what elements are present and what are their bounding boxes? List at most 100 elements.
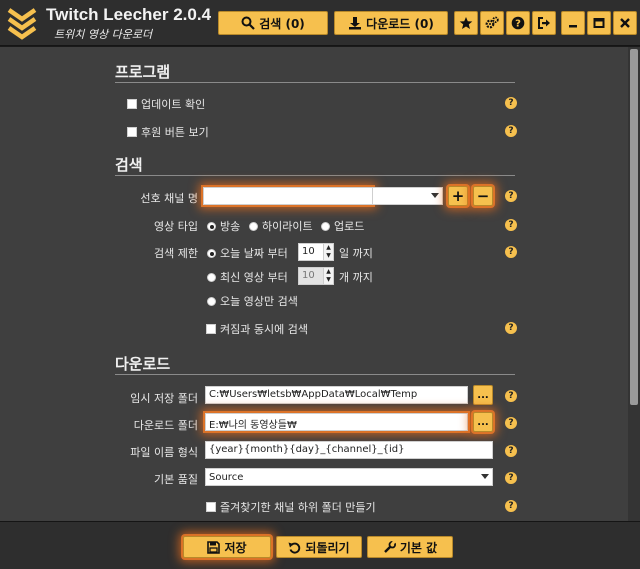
limit-today-only-label: 오늘 영상만 검색 <box>220 295 298 308</box>
preferred-channel-label: 선호 채널 명 <box>140 192 198 205</box>
app-title: Twitch Leecher 2.0.4 <box>46 5 212 24</box>
reset-defaults-label: 기본 값 <box>399 540 438 555</box>
limit-count-prefix: 최신 영상 부터 <box>220 271 288 284</box>
scrollbar-thumb[interactable] <box>630 49 638 405</box>
revert-label: 되돌리기 <box>305 540 350 555</box>
help-icon[interactable]: ? <box>505 322 517 334</box>
limit-count-suffix: 개 까지 <box>339 271 373 284</box>
update-check-checkbox[interactable]: 업데이트 확인 <box>127 96 205 112</box>
preferred-channel-input[interactable] <box>203 187 373 205</box>
video-type-broadcast-radio[interactable]: 방송 <box>207 218 240 234</box>
temp-folder-input[interactable]: C:₩Users₩letsb₩AppData₩Local₩Temp <box>205 386 468 404</box>
wrench-icon <box>383 540 396 553</box>
close-button[interactable] <box>613 11 637 35</box>
limit-today-only-radio[interactable]: 오늘 영상만 검색 <box>207 293 298 309</box>
limit-by-count-radio[interactable]: 최신 영상 부터 <box>207 269 288 285</box>
favorites-button[interactable] <box>454 11 478 35</box>
settings-button[interactable] <box>480 11 504 35</box>
help-icon[interactable]: ? <box>505 125 517 137</box>
revert-button[interactable]: 되돌리기 <box>276 536 362 558</box>
download-icon <box>349 17 362 30</box>
sign-out-icon <box>538 17 550 29</box>
checkbox-box <box>206 324 216 334</box>
checkbox-box <box>206 502 216 512</box>
undo-icon <box>288 542 301 553</box>
favorite-subfolder-checkbox[interactable]: 즐겨찾기한 채널 하위 폴더 만들기 <box>206 499 376 515</box>
temp-folder-label: 임시 저장 폴더 <box>130 392 198 405</box>
help-button[interactable]: ? <box>506 11 530 35</box>
limit-days-suffix: 일 까지 <box>339 247 373 260</box>
app-subtitle: 트위치 영상 다운로더 <box>54 28 153 41</box>
footer-bar: 저장 되돌리기 기본 값 <box>0 521 640 569</box>
download-queue-button[interactable]: 다운로드 (0) <box>334 11 448 35</box>
logout-button[interactable] <box>532 11 556 35</box>
question-circle-icon: ? <box>511 16 525 30</box>
download-folder-input[interactable]: E:₩나의 동영상들₩ <box>205 413 468 431</box>
stepper-arrows[interactable]: ▲ ▼ <box>323 244 333 260</box>
caret-up-icon[interactable]: ▲ <box>324 268 333 276</box>
chevron-down-icon <box>481 474 489 479</box>
video-type-upload-radio[interactable]: 업로드 <box>321 218 364 234</box>
section-divider <box>115 82 515 83</box>
preferred-channel-dropdown[interactable] <box>373 187 443 205</box>
radio-dot <box>249 221 258 231</box>
caret-down-icon[interactable]: ▼ <box>324 252 333 260</box>
limit-count-value: 10 <box>302 270 315 281</box>
help-icon[interactable]: ? <box>505 390 517 402</box>
floppy-disk-icon <box>207 540 221 554</box>
show-donate-checkbox[interactable]: 후원 버튼 보기 <box>127 124 209 140</box>
checkbox-box <box>127 127 137 137</box>
video-type-highlight-radio[interactable]: 하이라이트 <box>249 218 313 234</box>
limit-by-days-radio[interactable]: 오늘 날짜 부터 <box>207 245 288 261</box>
section-divider <box>115 374 515 375</box>
vertical-scrollbar[interactable] <box>628 47 640 521</box>
limit-days-value: 10 <box>302 246 315 257</box>
minimize-icon <box>569 25 577 28</box>
filename-format-input[interactable]: {year}{month}{day}_{channel}_{id} <box>205 441 493 459</box>
section-divider <box>115 175 515 176</box>
help-icon[interactable]: ? <box>505 190 517 202</box>
save-label: 저장 <box>224 540 247 555</box>
favorite-subfolder-label: 즐겨찾기한 채널 하위 폴더 만들기 <box>220 501 376 514</box>
limit-count-stepper[interactable]: 10 ▲ ▼ <box>298 267 334 285</box>
search-icon <box>241 16 255 30</box>
help-icon[interactable]: ? <box>505 472 517 484</box>
section-title-program: 프로그램 <box>115 63 171 81</box>
default-quality-select[interactable]: Source <box>205 468 493 486</box>
section-title-search: 검색 <box>115 156 143 174</box>
limit-days-prefix: 오늘 날짜 부터 <box>220 247 288 260</box>
stepper-arrows[interactable]: ▲ ▼ <box>323 268 333 284</box>
temp-folder-browse-button[interactable]: ... <box>473 385 493 405</box>
download-folder-label: 다운로드 폴더 <box>133 419 198 432</box>
close-icon <box>620 18 630 28</box>
search-on-start-checkbox[interactable]: 켜짐과 동시에 검색 <box>206 321 308 337</box>
caret-down-icon[interactable]: ▼ <box>324 276 333 284</box>
update-check-label: 업데이트 확인 <box>141 98 206 111</box>
reset-defaults-button[interactable]: 기본 값 <box>367 536 453 558</box>
help-icon[interactable]: ? <box>505 500 517 512</box>
radio-dot <box>207 272 216 282</box>
add-channel-button[interactable]: + <box>448 186 468 206</box>
app-logo-icon <box>7 8 37 40</box>
radio-dot <box>207 296 216 306</box>
download-folder-browse-button[interactable]: ... <box>473 412 493 432</box>
caret-up-icon[interactable]: ▲ <box>324 244 333 252</box>
section-title-download: 다운로드 <box>115 355 171 373</box>
help-icon[interactable]: ? <box>505 219 517 231</box>
star-icon <box>459 17 473 29</box>
default-quality-label: 기본 품질 <box>154 473 198 486</box>
maximize-button[interactable] <box>587 11 611 35</box>
video-type-label: 영상 타입 <box>154 220 198 233</box>
help-icon[interactable]: ? <box>505 97 517 109</box>
remove-channel-button[interactable]: − <box>473 186 493 206</box>
limit-days-stepper[interactable]: 10 ▲ ▼ <box>298 243 334 261</box>
filename-format-label: 파일 이름 형식 <box>130 446 198 459</box>
help-icon[interactable]: ? <box>505 246 517 258</box>
default-quality-value: Source <box>209 471 244 483</box>
search-queue-button[interactable]: 검색 (0) <box>218 11 328 35</box>
save-button[interactable]: 저장 <box>183 536 271 558</box>
help-icon[interactable]: ? <box>505 417 517 429</box>
minimize-button[interactable] <box>561 11 585 35</box>
chevron-down-icon <box>431 193 439 198</box>
help-icon[interactable]: ? <box>505 445 517 457</box>
